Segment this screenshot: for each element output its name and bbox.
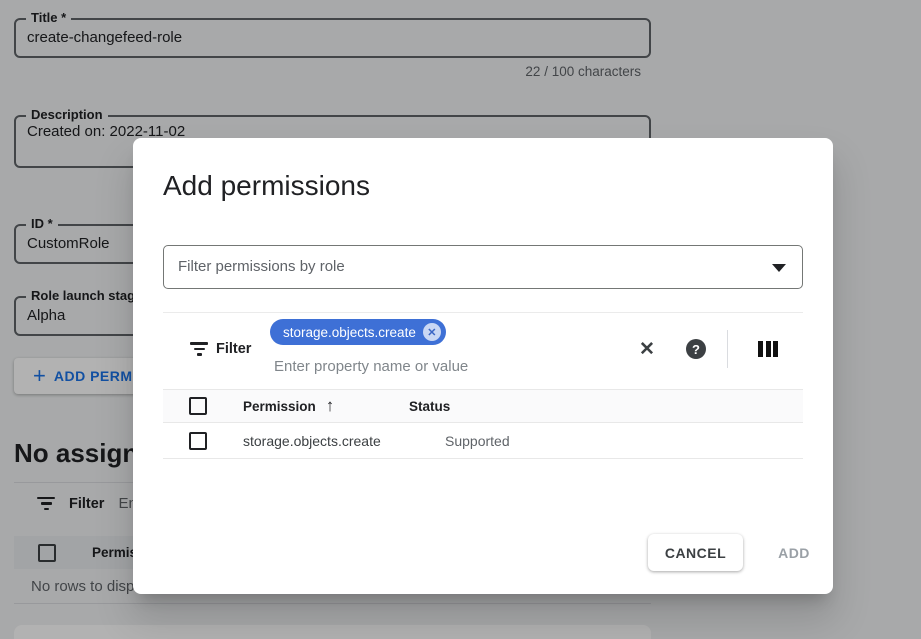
- clear-filters-icon[interactable]: ✕: [633, 335, 661, 363]
- dropdown-arrow-icon: [772, 264, 786, 272]
- add-permissions-dialog: Add permissions Filter permissions by ro…: [133, 138, 833, 594]
- cancel-button[interactable]: CANCEL: [648, 534, 743, 571]
- toolbar-separator: [727, 330, 728, 368]
- filter-chip[interactable]: storage.objects.create ✕: [270, 319, 446, 345]
- filter-label: Filter: [216, 341, 251, 357]
- status-cell: Supported: [445, 433, 510, 449]
- table-row[interactable]: storage.objects.create Supported: [163, 423, 803, 459]
- permissions-table-header: Permission ↑ Status: [163, 389, 803, 423]
- filter-icon: [190, 342, 208, 356]
- create-role-screen: Title * create-changefeed-role 22 / 100 …: [0, 0, 921, 639]
- permission-cell: storage.objects.create: [243, 433, 445, 449]
- permissions-table: Permission ↑ Status storage.objects.crea…: [163, 389, 803, 459]
- add-button[interactable]: ADD: [763, 534, 825, 571]
- toolbar-divider: [163, 312, 803, 313]
- filter-input[interactable]: [274, 355, 604, 377]
- select-all-checkbox[interactable]: [189, 397, 207, 415]
- chip-remove-icon[interactable]: ✕: [423, 323, 441, 341]
- dialog-title: Add permissions: [163, 170, 370, 202]
- filter-chip-label: storage.objects.create: [283, 325, 416, 340]
- row-checkbox[interactable]: [189, 432, 207, 450]
- column-display-options-icon[interactable]: [757, 341, 779, 357]
- role-filter-placeholder: Filter permissions by role: [178, 258, 345, 275]
- permission-column-header[interactable]: Permission: [243, 399, 316, 414]
- sort-ascending-icon[interactable]: ↑: [326, 396, 335, 416]
- status-column-header[interactable]: Status: [409, 399, 450, 414]
- role-filter-combobox[interactable]: Filter permissions by role: [163, 245, 803, 289]
- help-icon[interactable]: ?: [686, 339, 706, 359]
